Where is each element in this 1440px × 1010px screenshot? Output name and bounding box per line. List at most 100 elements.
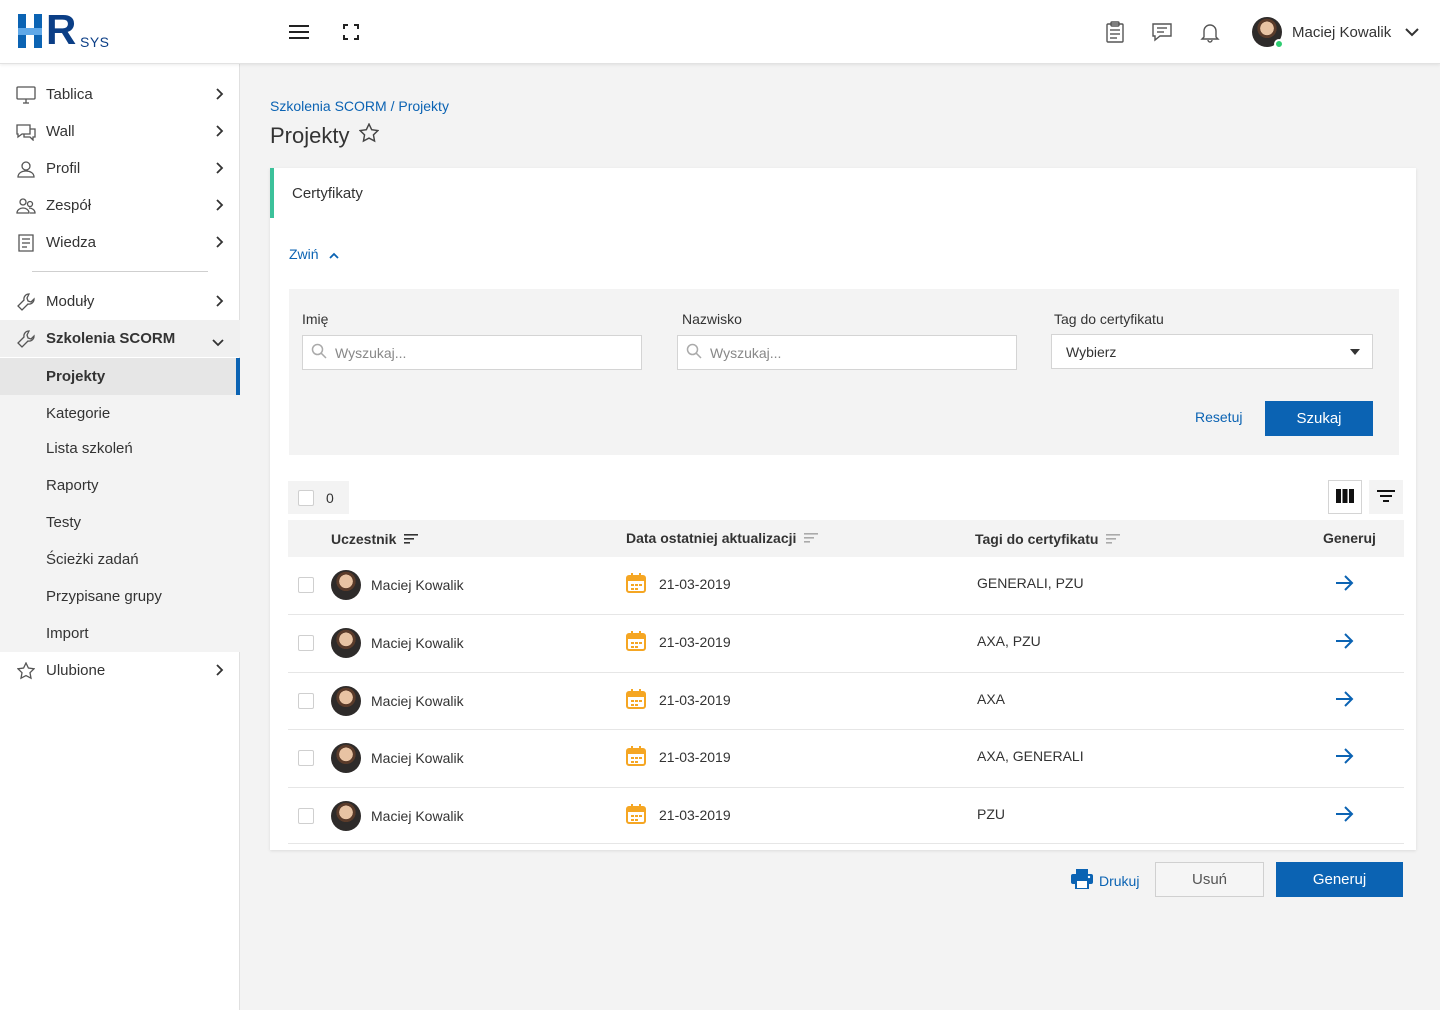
row-checkbox[interactable] bbox=[298, 693, 314, 709]
sidebar-item-wiedza[interactable]: Wiedza bbox=[0, 224, 240, 261]
sidebar: Tablica Wall Profil Zespół Wiedza Moduły… bbox=[0, 64, 240, 1010]
sidebar-item-label: Wiedza bbox=[46, 234, 97, 251]
arrow-right-icon[interactable] bbox=[1334, 631, 1354, 654]
sidebar-subitem-projekty[interactable]: Projekty bbox=[0, 358, 240, 395]
sort-icon[interactable] bbox=[1106, 531, 1121, 547]
chevron-right-icon bbox=[216, 663, 224, 680]
chevron-right-icon bbox=[216, 87, 224, 104]
sidebar-item-label: Szkolenia SCORM bbox=[46, 330, 176, 347]
sidebar-item-label: Tablica bbox=[46, 86, 93, 103]
hamburger-menu-icon[interactable] bbox=[287, 20, 311, 44]
tag-select[interactable]: Wybierz bbox=[1051, 334, 1373, 369]
table-row: Maciej Kowalik 21-03-2019 AXA, GENERALI bbox=[288, 730, 1404, 788]
participant-name[interactable]: Maciej Kowalik bbox=[371, 693, 464, 709]
columns-button[interactable] bbox=[1328, 480, 1362, 514]
chevron-down-icon bbox=[212, 334, 224, 351]
user-menu[interactable]: Maciej Kowalik bbox=[1252, 16, 1419, 49]
sidebar-item-label: Ulubione bbox=[46, 662, 106, 679]
sidebar-subitem-przypisane-grupy[interactable]: Przypisane grupy bbox=[0, 578, 240, 615]
print-label: Drukuj bbox=[1099, 872, 1140, 889]
chevron-down-icon[interactable] bbox=[1405, 24, 1419, 40]
certificate-tags: GENERALI, PZU bbox=[977, 575, 1084, 591]
last-name-label: Nazwisko bbox=[682, 311, 742, 327]
column-header-tags[interactable]: Tagi do certyfikatu bbox=[975, 531, 1121, 547]
generate-button[interactable]: Generuj bbox=[1276, 862, 1403, 897]
participant-name[interactable]: Maciej Kowalik bbox=[371, 635, 464, 651]
sidebar-item-label: Moduły bbox=[46, 293, 95, 310]
certificate-tags: AXA, GENERALI bbox=[977, 748, 1084, 764]
filter-icon bbox=[1377, 489, 1395, 506]
calendar-icon bbox=[626, 631, 646, 654]
chevron-right-icon bbox=[216, 198, 224, 215]
arrow-right-icon[interactable] bbox=[1334, 746, 1354, 769]
sidebar-item-label: Zespół bbox=[46, 197, 92, 214]
row-checkbox[interactable] bbox=[298, 808, 314, 824]
select-all-control: 0 bbox=[288, 481, 349, 514]
filter-button[interactable] bbox=[1369, 480, 1403, 514]
logo-text: R bbox=[46, 6, 77, 53]
column-header-last-update[interactable]: Data ostatniej aktualizacji bbox=[626, 530, 819, 546]
arrow-right-icon[interactable] bbox=[1334, 804, 1354, 827]
first-name-search-input[interactable]: Wyszukaj... bbox=[302, 335, 642, 370]
participant-avatar bbox=[331, 801, 361, 831]
search-button[interactable]: Szukaj bbox=[1265, 401, 1373, 436]
participant-name[interactable]: Maciej Kowalik bbox=[371, 577, 464, 593]
sidebar-subitem-lista-szkolen[interactable]: Lista szkoleń bbox=[0, 430, 240, 467]
row-checkbox[interactable] bbox=[298, 750, 314, 766]
caret-down-icon bbox=[1350, 349, 1360, 355]
participant-name[interactable]: Maciej Kowalik bbox=[371, 750, 464, 766]
table-row: Maciej Kowalik 21-03-2019 AXA bbox=[288, 673, 1404, 730]
row-checkbox[interactable] bbox=[298, 635, 314, 651]
sidebar-subitem-import[interactable]: Import bbox=[0, 615, 240, 652]
sidebar-subitem-sciezki-zadan[interactable]: Ścieżki zadań bbox=[0, 541, 240, 578]
delete-button[interactable]: Usuń bbox=[1155, 862, 1264, 897]
chevron-right-icon bbox=[216, 235, 224, 252]
breadcrumb-separator: / bbox=[386, 98, 399, 114]
sidebar-item-label: Wall bbox=[46, 123, 75, 140]
sidebar-item-moduly[interactable]: Moduły bbox=[0, 283, 240, 320]
arrow-right-icon[interactable] bbox=[1334, 689, 1354, 712]
table-row: Maciej Kowalik 21-03-2019 GENERALI, PZU bbox=[288, 557, 1404, 615]
print-button[interactable]: Drukuj bbox=[1071, 869, 1139, 892]
sidebar-item-szkolenia-scorm[interactable]: Szkolenia SCORM bbox=[0, 320, 240, 357]
sidebar-item-zespol[interactable]: Zespół bbox=[0, 187, 240, 224]
breadcrumb-current[interactable]: Projekty bbox=[398, 98, 449, 114]
arrow-right-icon[interactable] bbox=[1334, 573, 1354, 596]
calendar-icon bbox=[626, 689, 646, 712]
sidebar-subitem-kategorie[interactable]: Kategorie bbox=[0, 395, 240, 432]
bell-icon[interactable] bbox=[1198, 20, 1222, 44]
sidebar-item-wall[interactable]: Wall bbox=[0, 113, 240, 150]
first-name-label: Imię bbox=[302, 311, 329, 327]
card-title: Certyfikaty bbox=[292, 184, 363, 202]
last-name-search-input[interactable]: Wyszukaj... bbox=[677, 335, 1017, 370]
sidebar-divider bbox=[32, 271, 208, 272]
top-bar: R SYS Maciej Kowalik bbox=[0, 0, 1440, 64]
sidebar-subitem-raporty[interactable]: Raporty bbox=[0, 467, 240, 504]
participant-name[interactable]: Maciej Kowalik bbox=[371, 808, 464, 824]
sidebar-item-tablica[interactable]: Tablica bbox=[0, 76, 240, 113]
select-all-checkbox[interactable] bbox=[298, 489, 314, 506]
clipboard-icon[interactable] bbox=[1103, 20, 1127, 44]
column-label: Uczestnik bbox=[331, 531, 397, 547]
reset-button[interactable]: Resetuj bbox=[1195, 409, 1242, 425]
calendar-icon bbox=[626, 573, 646, 596]
sidebar-item-ulubione[interactable]: Ulubione bbox=[0, 652, 240, 689]
search-icon bbox=[686, 343, 702, 362]
sidebar-item-profil[interactable]: Profil bbox=[0, 150, 240, 187]
sort-icon[interactable] bbox=[404, 531, 419, 547]
collapse-filters-link[interactable]: Zwiń bbox=[289, 246, 339, 262]
column-header-participant[interactable]: Uczestnik bbox=[331, 531, 419, 547]
favorite-star-icon[interactable] bbox=[359, 122, 380, 149]
sidebar-subitem-testy[interactable]: Testy bbox=[0, 504, 240, 541]
chevron-up-icon bbox=[328, 246, 339, 262]
row-checkbox[interactable] bbox=[298, 577, 314, 593]
fullscreen-icon[interactable] bbox=[339, 20, 363, 44]
collapse-label: Zwiń bbox=[289, 246, 319, 262]
sort-icon[interactable] bbox=[804, 530, 819, 546]
team-icon bbox=[16, 196, 36, 216]
wrench-icon bbox=[16, 329, 36, 349]
certificate-tags: PZU bbox=[977, 806, 1005, 822]
hrsys-logo[interactable]: R SYS bbox=[18, 8, 118, 52]
messages-icon[interactable] bbox=[1150, 20, 1174, 44]
breadcrumb-parent-link[interactable]: Szkolenia SCORM bbox=[270, 98, 387, 114]
